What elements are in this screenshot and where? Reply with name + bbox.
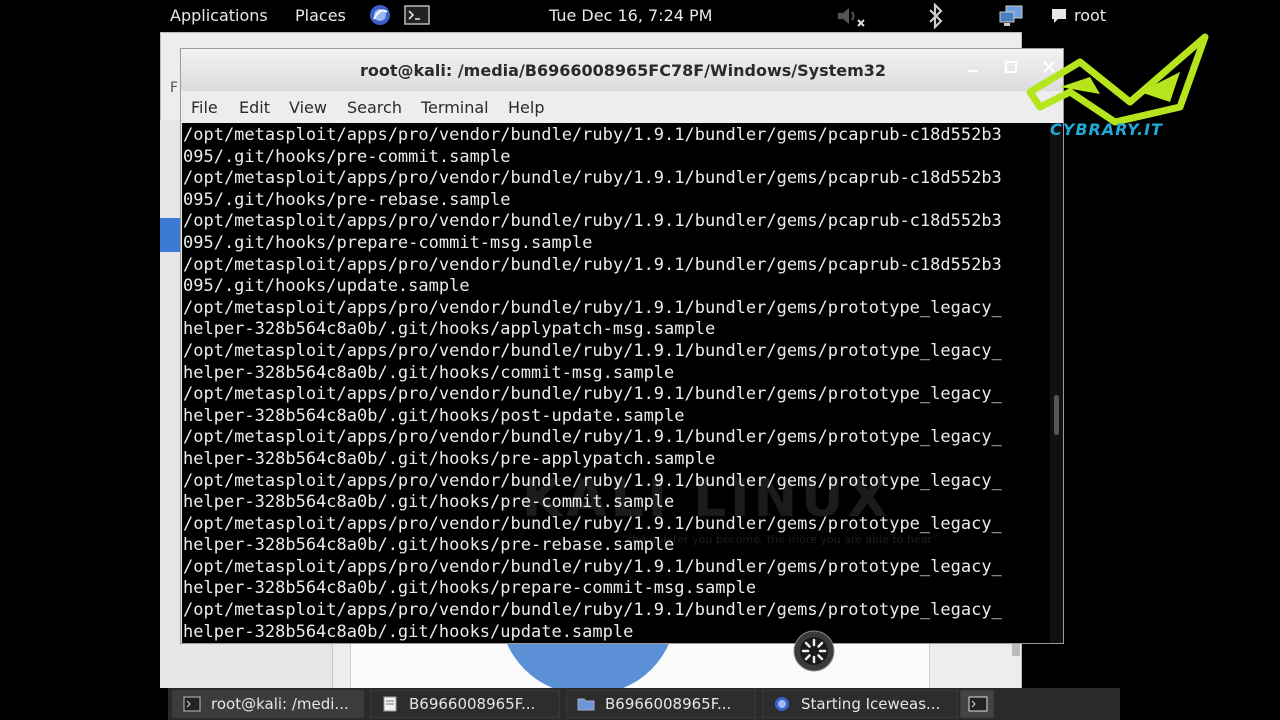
terminal-line: /opt/metasploit/apps/pro/vendor/bundle/r…	[183, 470, 1002, 491]
taskbar-item-iceweasel[interactable]: Starting Iceweas...	[762, 690, 958, 718]
minimize-button[interactable]	[961, 59, 985, 79]
applications-menu[interactable]: Applications	[170, 6, 268, 25]
taskbar-item-folder-2[interactable]: B6966008965F...	[566, 690, 756, 718]
loading-spinner-icon	[793, 630, 835, 672]
terminal-line: /opt/metasploit/apps/pro/vendor/bundle/r…	[183, 125, 1002, 145]
terminal-line: helper-328b564c8a0b/.git/hooks/applypatc…	[183, 319, 716, 340]
menu-edit[interactable]: Edit	[239, 98, 270, 117]
window-titlebar[interactable]: root@kali: /media/B6966008965FC78F/Windo…	[181, 49, 1063, 92]
terminal-menubar: File Edit View Search Terminal Help	[181, 91, 1063, 123]
background-menu-fragment: F	[170, 80, 179, 96]
folder-icon	[577, 698, 595, 711]
iceweasel-launcher-icon[interactable]	[368, 3, 392, 27]
background-selected-item	[160, 218, 180, 252]
terminal-line: /opt/metasploit/apps/pro/vendor/bundle/r…	[183, 254, 1002, 275]
chat-icon[interactable]	[1050, 7, 1068, 25]
maximize-icon	[1005, 61, 1017, 73]
bluetooth-icon[interactable]	[926, 3, 946, 29]
user-menu[interactable]: root	[1074, 6, 1106, 25]
bottom-taskbar: root@kali: /medi... B6966008965F... B696…	[0, 688, 1280, 720]
terminal-line: 095/.git/hooks/update.sample	[183, 276, 470, 297]
terminal-line: 095/.git/hooks/prepare-commit-msg.sample	[183, 232, 593, 253]
volume-muted-icon[interactable]	[836, 4, 866, 28]
terminal-line: helper-328b564c8a0b/.git/hooks/update.sa…	[183, 621, 634, 642]
scrollbar-thumb[interactable]	[1054, 395, 1059, 435]
terminal-line: helper-328b564c8a0b/.git/hooks/pre-rebas…	[183, 535, 675, 556]
minimize-icon	[968, 70, 978, 72]
terminal-line: /opt/metasploit/apps/pro/vendor/bundle/r…	[183, 211, 1002, 232]
taskbar-item-label: B6966008965F...	[409, 695, 536, 713]
menu-view[interactable]: View	[289, 98, 327, 117]
terminal-line: helper-328b564c8a0b/.git/hooks/pre-commi…	[183, 492, 675, 513]
terminal-line: /opt/metasploit/apps/pro/vendor/bundle/r…	[183, 168, 1002, 189]
taskbar-item-label: root@kali: /medi...	[211, 695, 349, 713]
terminal-line: /opt/metasploit/apps/pro/vendor/bundle/r…	[183, 340, 1002, 361]
menu-search[interactable]: Search	[347, 98, 402, 117]
menu-help[interactable]: Help	[508, 98, 544, 117]
terminal-launcher-icon[interactable]	[404, 5, 430, 25]
terminal-line: /opt/metasploit/apps/pro/vendor/bundle/r…	[183, 513, 1002, 534]
menu-file[interactable]: File	[191, 98, 218, 117]
document-icon	[383, 696, 397, 712]
terminal-line: helper-328b564c8a0b/.git/hooks/prepare-c…	[183, 578, 757, 599]
terminal-output: /opt/metasploit/apps/pro/vendor/bundle/r…	[183, 125, 1002, 643]
cybrary-logo-text: CYBRARY.IT	[1050, 120, 1163, 139]
terminal-line: helper-328b564c8a0b/.git/hooks/pre-apply…	[183, 448, 716, 469]
terminal-line: helper-328b564c8a0b/.git/hooks/commit-ms…	[183, 362, 675, 383]
terminal-window[interactable]: root@kali: /media/B6966008965FC78F/Windo…	[180, 48, 1064, 644]
taskbar-item-terminal[interactable]: root@kali: /medi...	[172, 690, 364, 718]
iceweasel-icon	[775, 697, 789, 711]
network-icon[interactable]	[998, 4, 1026, 28]
terminal-output-area[interactable]: KALI LINUX “the quieter you become, the …	[182, 123, 1050, 643]
menu-terminal[interactable]: Terminal	[421, 98, 489, 117]
terminal-line: helper-328b564c8a0b/.git/hooks/post-upda…	[183, 405, 685, 426]
terminal-line: /opt/metasploit/apps/pro/vendor/bundle/r…	[183, 556, 1002, 577]
terminal-line: 095/.git/hooks/pre-rebase.sample	[183, 189, 511, 210]
terminal-line: /opt/metasploit/apps/pro/vendor/bundle/r…	[183, 427, 1002, 448]
taskbar-item-folder-1[interactable]: B6966008965F...	[370, 690, 560, 718]
terminal-line: 095/.git/hooks/pre-commit.sample	[183, 146, 511, 167]
background-scrollbar[interactable]	[1012, 644, 1020, 656]
taskbar-item-label: B6966008965F...	[605, 695, 732, 713]
terminal-icon	[183, 696, 201, 712]
terminal-line: /opt/metasploit/apps/pro/vendor/bundle/r…	[183, 600, 1002, 621]
workspace-switcher[interactable]	[960, 690, 994, 718]
places-menu[interactable]: Places	[295, 6, 346, 25]
window-title: root@kali: /media/B6966008965FC78F/Windo…	[359, 61, 887, 80]
terminal-line: /opt/metasploit/apps/pro/vendor/bundle/r…	[183, 297, 1002, 318]
top-panel: Applications Places Tue Dec 16, 7:24 PM …	[0, 0, 1280, 32]
terminal-scrollbar[interactable]	[1050, 123, 1063, 643]
clock[interactable]: Tue Dec 16, 7:24 PM	[549, 6, 712, 25]
terminal-line: /opt/metasploit/apps/pro/vendor/bundle/r…	[183, 384, 1002, 405]
terminal-icon	[968, 696, 988, 712]
taskbar-item-label: Starting Iceweas...	[801, 695, 941, 713]
